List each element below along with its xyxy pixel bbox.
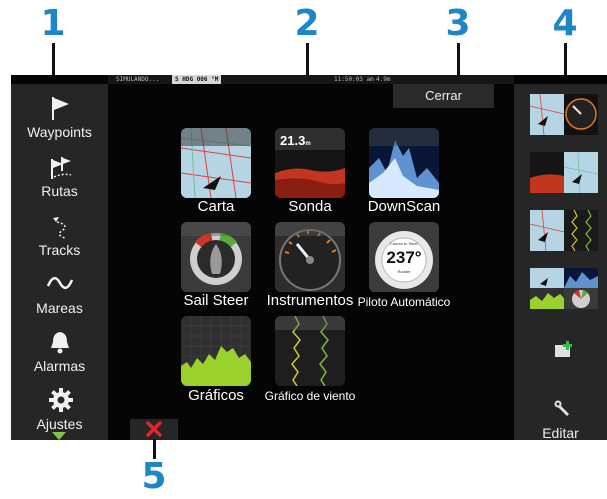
app-tile-piloto-automatico[interactable]: Course to Steer 237° Rudder [369, 222, 439, 292]
callout-1: 1 [40, 3, 66, 44]
wind-graph-icon [275, 316, 345, 386]
app-label-graficos: Gráficos [188, 387, 244, 404]
sidebar-label-tracks: Tracks [38, 242, 81, 258]
sidebar-item-alarmas[interactable]: Alarmas [11, 328, 108, 386]
chart-plotter-icon [181, 128, 251, 198]
graph-icon [181, 316, 251, 386]
app-label-grafico-de-viento: Gráfico de viento [264, 389, 356, 403]
app-tile-downscan[interactable] [369, 128, 439, 198]
track-trail-icon [53, 217, 66, 239]
sonar-depth-unit: m [305, 141, 311, 147]
instruments-gauge-icon [275, 222, 345, 292]
chevron-down-icon[interactable] [52, 432, 66, 440]
time-text: 11:50:03 am [334, 76, 374, 83]
autopilot-course-label: Course to Steer [389, 241, 418, 246]
app-tile-carta[interactable] [181, 128, 251, 198]
gear-icon [49, 388, 73, 412]
sail-steer-icon [181, 222, 251, 292]
downscan-icon [369, 128, 439, 198]
app-tile-sonda[interactable]: 21.3m [275, 128, 345, 198]
app-tile-instrumentos[interactable] [275, 222, 345, 292]
app-tile-sail-steer[interactable] [181, 222, 251, 292]
sidebar-label-rutas: Rutas [41, 183, 78, 199]
sidebar-item-waypoints[interactable]: Waypoints [11, 94, 108, 152]
sidebar-label-mareas: Mareas [36, 300, 83, 316]
app-tile-grafico-de-viento[interactable] [275, 316, 345, 386]
heading-prefix: S HDG [175, 76, 194, 83]
route-flags-icon [51, 157, 72, 179]
autopilot-heading-value: 237° [386, 248, 422, 267]
app-label-sail-steer: Sail Steer [183, 292, 249, 309]
heading-readout: S HDG 006 °M [172, 75, 222, 84]
callout-2: 2 [294, 3, 320, 44]
close-x-icon[interactable] [146, 421, 162, 437]
callout-4: 4 [552, 3, 578, 44]
app-label-sonda: Sonda [288, 198, 332, 215]
app-label-piloto-automatico: Piloto Automático [357, 295, 451, 309]
sidebar-label-alarmas: Alarmas [33, 358, 86, 374]
favorite-thumb-chart-wind[interactable] [530, 210, 598, 251]
sonar-depth-number: 21.3 [280, 133, 306, 148]
favorite-thumb-chart-gauge[interactable] [530, 94, 598, 135]
wrench-icon[interactable] [554, 400, 572, 418]
app-tile-graficos[interactable] [181, 316, 251, 386]
left-sidebar: Waypoints Rutas Tracks Mareas Alarmas Aj… [11, 84, 108, 440]
status-bar: SIMULANDO... S HDG 006 °M 11:50:03 am 4.… [108, 75, 514, 84]
sidebar-label-waypoints: Waypoints [27, 124, 92, 140]
sidebar-label-ajustes: Ajustes [36, 416, 83, 432]
sim-mode-text: SIMULANDO... [116, 76, 160, 83]
app-label-instrumentos: Instrumentos [266, 292, 354, 309]
favorite-thumb-sonar-chart[interactable] [530, 152, 598, 193]
sidebar-item-tracks[interactable]: Tracks [11, 212, 108, 270]
add-page-icon[interactable] [554, 340, 574, 358]
callout-5: 5 [141, 456, 167, 497]
bell-icon [51, 332, 69, 354]
wave-icon [47, 277, 73, 289]
depth-text: 4.9m [376, 76, 391, 83]
autopilot-rudder-label: Rudder [397, 269, 411, 274]
heading-unit: °M [211, 76, 219, 83]
favorites-bar: Editar [514, 84, 607, 441]
favorite-thumb-multi-panel[interactable] [530, 268, 598, 309]
app-label-downscan: DownScan [367, 198, 441, 215]
flag-icon [52, 97, 69, 120]
sidebar-item-rutas[interactable]: Rutas [11, 153, 108, 211]
callout-3: 3 [445, 3, 471, 44]
sidebar-item-mareas[interactable]: Mareas [11, 270, 108, 328]
heading-value: 006 [196, 76, 208, 83]
app-label-carta: Carta [197, 198, 235, 215]
close-button[interactable]: Cerrar [393, 84, 494, 108]
sonar-depth-value: 21.3m [280, 133, 311, 148]
edit-button-label[interactable]: Editar [514, 425, 607, 441]
